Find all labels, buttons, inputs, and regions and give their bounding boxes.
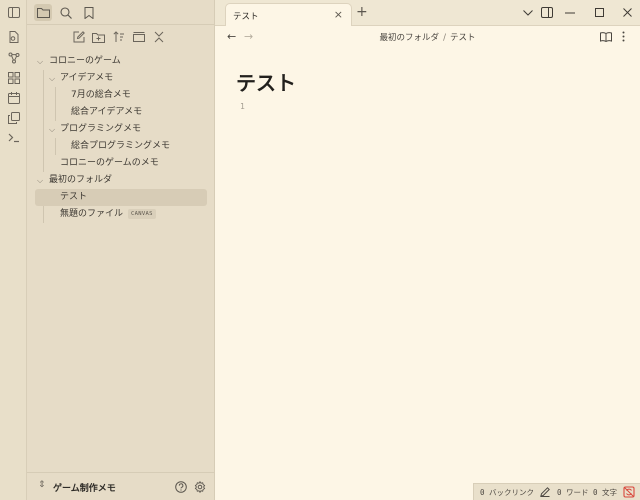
right-sidebar-toggle-icon[interactable] <box>540 5 554 20</box>
word-count: 0 ワード <box>557 488 589 497</box>
note-title[interactable]: テスト <box>236 67 296 96</box>
tree-folder[interactable]: ⌵ アイデアメモ <box>35 70 207 87</box>
tree-folder[interactable]: ⌵ 最初のフォルダ <box>35 172 207 189</box>
status-bar: 0 バックリンク 0 ワード 0 文字 <box>473 483 640 500</box>
tree-item-wrap: 無題のファイル CANVAS <box>60 206 156 223</box>
folder-icon[interactable] <box>34 4 52 21</box>
tree-file[interactable]: 7月の総合メモ <box>35 87 207 104</box>
tree-item-label: コロニーのゲーム <box>49 56 121 66</box>
tree-item-label: 総合プログラミングメモ <box>71 141 171 151</box>
new-folder-icon[interactable] <box>92 30 105 44</box>
bookmark-icon[interactable] <box>80 4 98 21</box>
file-explorer-sidebar: ⌵ コロニーのゲーム ⌵ アイデアメモ 7月の総合メモ 総合アイデアメモ ⌵ プ… <box>27 0 215 500</box>
tree-folder[interactable]: ⌵ プログラミングメモ <box>35 121 207 138</box>
terminal-icon[interactable] <box>7 131 20 144</box>
file-type-badge: CANVAS <box>128 209 156 219</box>
tree-item-label: アイデアメモ <box>60 73 114 83</box>
chevron-updown-icon[interactable]: ⇕ <box>38 480 46 490</box>
sort-icon[interactable] <box>112 30 125 44</box>
minimize-icon[interactable] <box>563 5 577 20</box>
vault-switcher-bar: ⇕ ゲーム制作メモ <box>27 472 215 500</box>
close-window-icon[interactable] <box>620 5 634 20</box>
chevron-down-icon: ⌵ <box>36 57 44 66</box>
help-icon[interactable] <box>174 480 187 493</box>
tab-bar: テスト × + <box>215 0 640 26</box>
view-header: ← → 最初のフォルダ / テスト <box>215 26 640 48</box>
breadcrumb: 最初のフォルダ / テスト <box>215 31 640 43</box>
tree-item-label: 無題のファイル <box>60 209 124 219</box>
tree-file[interactable]: 総合アイデアメモ <box>35 104 207 121</box>
tree-folder[interactable]: ⌵ コロニーのゲーム <box>35 53 207 70</box>
explorer-toolbar <box>72 30 165 46</box>
tree-file[interactable]: コロニーのゲームのメモ <box>35 155 207 172</box>
tree-item-label: プログラミングメモ <box>60 124 142 134</box>
close-icon[interactable]: × <box>334 8 343 21</box>
new-tab-button[interactable]: + <box>356 4 368 20</box>
sidebar-toggle-icon[interactable] <box>7 6 20 19</box>
tree-item-label: 総合アイデアメモ <box>71 107 143 117</box>
chevron-down-icon: ⌵ <box>48 125 56 134</box>
graph-view-icon[interactable] <box>7 51 20 64</box>
char-count: 0 文字 <box>593 488 618 497</box>
chevron-down-icon[interactable] <box>521 5 535 20</box>
quick-switcher-icon[interactable] <box>7 30 20 43</box>
ribbon <box>0 0 27 500</box>
reading-view-icon[interactable] <box>599 30 612 43</box>
vault-name[interactable]: ゲーム制作メモ <box>53 481 116 494</box>
breadcrumb-folder[interactable]: 最初のフォルダ <box>380 33 440 43</box>
editor-pane: テスト × + ← → 最初のフォルダ / テスト テスト 1 <box>215 0 640 500</box>
tree-item-label: テスト <box>60 192 88 202</box>
sidebar-tab-header <box>27 0 215 25</box>
maximize-icon[interactable] <box>592 5 606 20</box>
backlinks-count[interactable]: 0 バックリンク <box>480 487 534 498</box>
search-icon[interactable] <box>57 4 75 21</box>
tree-item-label: コロニーのゲームのメモ <box>60 158 159 168</box>
collapse-icon[interactable] <box>132 30 145 44</box>
tab-active-document[interactable]: テスト × <box>225 3 352 26</box>
tree-file-selected[interactable]: テスト <box>35 189 207 206</box>
more-options-icon[interactable] <box>617 30 630 43</box>
tree-file[interactable]: 総合プログラミングメモ <box>35 138 207 155</box>
line-number: 1 <box>240 102 245 111</box>
gear-icon[interactable] <box>193 480 206 493</box>
tree-item-label: 7月の総合メモ <box>71 90 131 100</box>
new-note-icon[interactable] <box>72 30 85 44</box>
edit-pencil-icon[interactable] <box>540 487 550 499</box>
calendar-icon[interactable] <box>7 91 20 104</box>
copy-icon[interactable] <box>7 111 20 124</box>
breadcrumb-file[interactable]: テスト <box>450 33 476 43</box>
chevron-down-icon: ⌵ <box>36 176 44 185</box>
chevron-down-icon: ⌵ <box>48 74 56 83</box>
sync-status-icon[interactable] <box>623 486 635 500</box>
tab-label: テスト <box>233 12 259 22</box>
breadcrumb-separator: / <box>443 33 446 43</box>
tree-item-label: 最初のフォルダ <box>49 175 113 185</box>
file-tree: ⌵ コロニーのゲーム ⌵ アイデアメモ 7月の総合メモ 総合アイデアメモ ⌵ プ… <box>35 53 207 223</box>
canvas-icon[interactable] <box>7 71 20 84</box>
close-all-icon[interactable] <box>152 30 165 44</box>
tree-file[interactable]: 無題のファイル CANVAS <box>35 206 207 223</box>
